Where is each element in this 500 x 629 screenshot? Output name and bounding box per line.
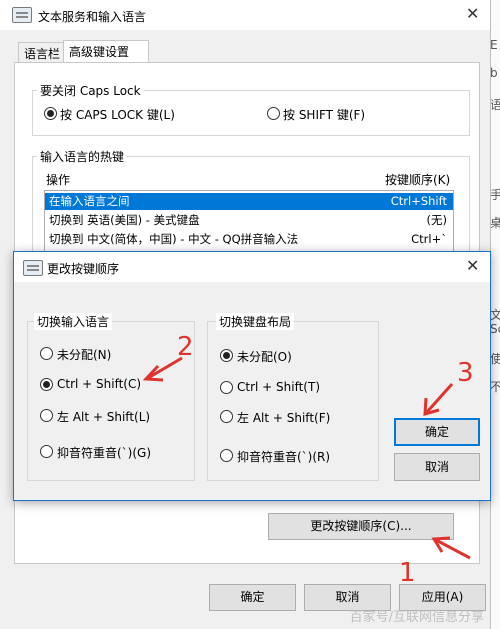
watermark: 百家号/互联网信息分享 bbox=[349, 610, 484, 625]
step-number-2: 2 bbox=[177, 332, 194, 362]
step-number-1: 1 bbox=[399, 558, 416, 588]
annotation-arrow-1 bbox=[431, 536, 471, 560]
annotation-arrow-3 bbox=[423, 383, 454, 417]
step-number-3: 3 bbox=[457, 358, 474, 388]
step-annotations: 2 3 1 bbox=[142, 332, 474, 588]
